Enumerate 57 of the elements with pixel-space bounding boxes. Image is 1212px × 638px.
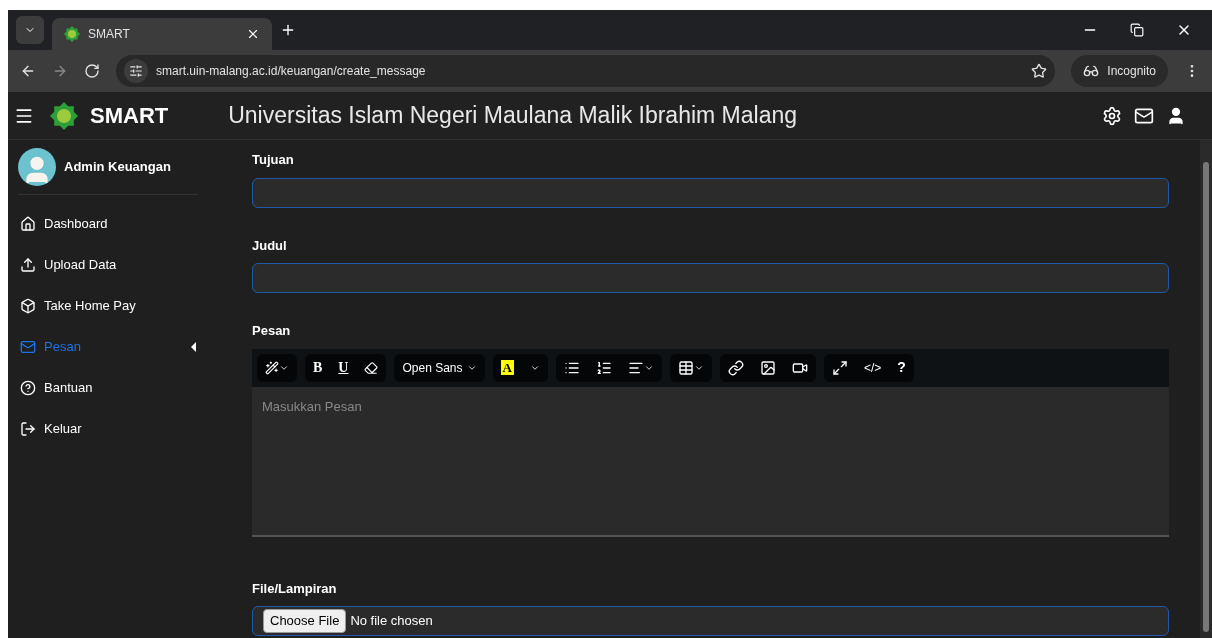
envelope-icon: [20, 338, 36, 355]
logo-icon: [50, 101, 78, 130]
field-label: Tujuan: [252, 151, 295, 169]
sidebar-item[interactable]: Dashboard: [8, 203, 208, 244]
address-bar[interactable]: smart.uin-malang.ac.id/keuangan/create_message: [116, 55, 1056, 87]
sidebar-item[interactable]: Pesan: [8, 326, 208, 367]
page-title: Universitas Islam Negeri Maulana Malik Ibrahim Malang: [228, 101, 798, 131]
logo-icon: [64, 26, 80, 42]
link-icon: [727, 359, 744, 376]
close-icon[interactable]: [246, 27, 260, 41]
gear-icon[interactable]: [1102, 105, 1122, 126]
expand-icon: [831, 359, 848, 376]
user-name: Admin Keuangan: [64, 158, 171, 177]
upload-icon: [20, 256, 36, 273]
eraser-icon: [364, 360, 379, 375]
text-field[interactable]: [252, 177, 1169, 208]
underline-button[interactable]: U: [330, 353, 357, 382]
user-icon[interactable]: [1166, 105, 1186, 126]
brand-name: SMART: [90, 102, 169, 130]
message-field[interactable]: Masukkan Pesan: [252, 386, 1169, 529]
field-label: File/Lampiran: [252, 579, 338, 598]
box-icon: [20, 297, 36, 314]
site-settings-icon[interactable]: [129, 64, 143, 78]
sidebar-item[interactable]: Bantuan: [8, 367, 208, 408]
incognito-icon: [1083, 63, 1100, 79]
forward-icon[interactable]: [52, 63, 68, 79]
font-dropdown[interactable]: Open Sans: [394, 353, 485, 382]
file-field[interactable]: Choose File No file chosen: [252, 606, 1169, 636]
tab-title: SMART: [88, 26, 131, 43]
new-tab-icon[interactable]: [280, 22, 296, 38]
image-icon: [759, 359, 776, 376]
magic-wand-icon: [265, 360, 279, 375]
avatar: [18, 148, 56, 186]
help-button[interactable]: ?: [889, 353, 914, 382]
file-status: No file chosen: [350, 612, 433, 631]
text-field[interactable]: [252, 263, 1169, 293]
table-icon: [677, 359, 694, 376]
star-icon[interactable]: [1031, 63, 1048, 79]
logout-icon: [20, 420, 36, 437]
incognito-button[interactable]: Incognito: [1071, 55, 1168, 87]
bold-button[interactable]: B: [305, 353, 331, 382]
field-label: Pesan: [252, 322, 292, 340]
caret-icon: [191, 341, 196, 352]
sidebar-item[interactable]: Take Home Pay: [8, 285, 208, 326]
home-icon: [20, 215, 36, 232]
question-icon: [20, 379, 36, 396]
sidebar-item[interactable]: Keluar: [8, 408, 208, 449]
restore-icon[interactable]: [1130, 23, 1144, 37]
choose-file-button[interactable]: Choose File: [263, 609, 347, 633]
back-icon[interactable]: [20, 63, 36, 79]
url-text: smart.uin-malang.ac.id/keuangan/create_message: [156, 63, 427, 80]
numbered-list-icon: [595, 359, 612, 376]
field-label: Judul: [252, 236, 288, 255]
reload-icon[interactable]: [84, 63, 100, 79]
sidebar-item[interactable]: Upload Data: [8, 244, 208, 285]
code-view-button[interactable]: </>: [855, 353, 890, 382]
browser-tab[interactable]: SMART: [52, 18, 272, 50]
